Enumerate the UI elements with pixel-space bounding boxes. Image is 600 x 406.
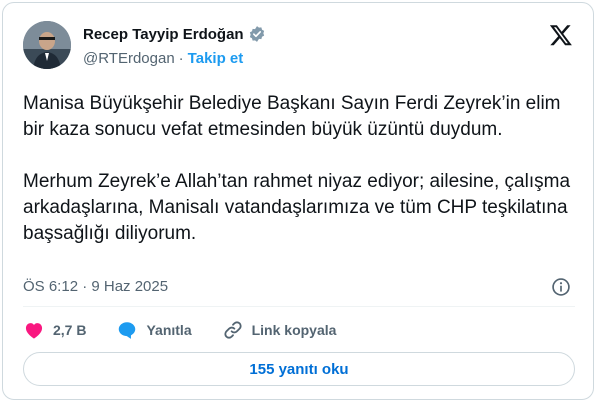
reply-bubble-icon <box>119 322 136 339</box>
action-bar: 2,7 B Yanıtla Link kopyala <box>23 319 366 341</box>
avatar[interactable] <box>23 21 71 69</box>
follow-button[interactable]: Takip et <box>188 50 244 67</box>
author-sub-row: @RTErdogan · Takip et <box>83 50 243 67</box>
separator-dot: · <box>178 50 184 67</box>
link-icon <box>224 321 242 339</box>
read-replies-button[interactable]: 155 yanıtı oku <box>23 352 575 386</box>
author-name-row: Recep Tayyip Erdoğan <box>83 25 266 43</box>
info-icon[interactable] <box>551 277 571 297</box>
like-count: 2,7 B <box>53 322 87 338</box>
like-button[interactable]: 2,7 B <box>23 319 86 341</box>
avatar-image <box>23 21 71 69</box>
tweet-timestamp[interactable]: ÖS 6:12 · 9 Haz 2025 <box>23 278 168 295</box>
author-name[interactable]: Recep Tayyip Erdoğan <box>83 26 244 43</box>
divider <box>23 306 575 307</box>
tweet-card: Recep Tayyip Erdoğan @RTErdogan · Takip … <box>2 2 594 400</box>
x-logo-icon[interactable] <box>549 23 573 47</box>
heart-icon <box>25 323 43 339</box>
reply-action[interactable]: Yanıtla <box>116 319 192 341</box>
tweet-text: Manisa Büyükşehir Belediye Başkanı Sayın… <box>23 93 571 244</box>
copy-link-label: Link kopyala <box>251 322 337 338</box>
copy-link-action[interactable]: Link kopyala <box>222 319 337 341</box>
verified-badge-icon <box>249 26 264 42</box>
reply-label: Yanıtla <box>146 322 192 338</box>
author-handle[interactable]: @RTErdogan <box>83 50 175 67</box>
